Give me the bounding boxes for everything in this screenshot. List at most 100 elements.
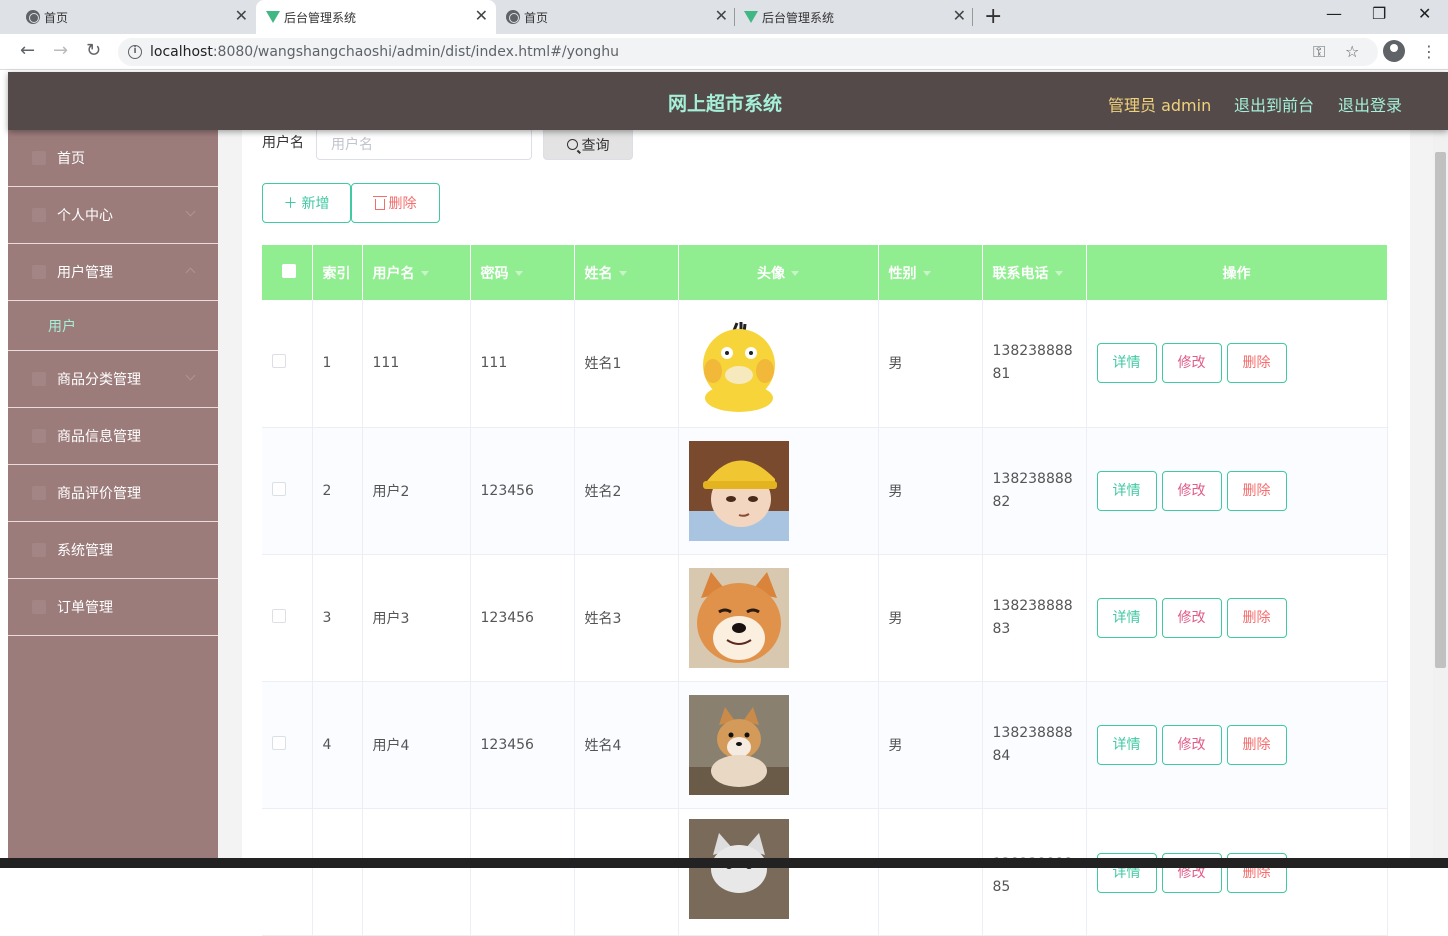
select-all-checkbox[interactable] bbox=[282, 263, 296, 278]
cell-username: 111 bbox=[362, 300, 471, 428]
detail-button[interactable]: 详情 bbox=[1096, 597, 1157, 638]
cell-name: 姓名3 bbox=[574, 554, 679, 682]
sidebar-item-product-management[interactable]: 商品信息管理 bbox=[8, 408, 218, 465]
column-header: 索引 bbox=[312, 245, 363, 300]
column-header[interactable]: 联系电话 bbox=[982, 245, 1087, 300]
row-checkbox[interactable] bbox=[272, 608, 286, 623]
browser-tab-1[interactable]: 首页 ✕ bbox=[16, 0, 256, 34]
sidebar-item-review-management[interactable]: 商品评价管理 bbox=[8, 465, 218, 522]
browser-tab-4[interactable]: 后台管理系统 ✕ bbox=[734, 0, 974, 34]
key-icon[interactable]: ⚿ bbox=[1313, 42, 1325, 62]
edit-button[interactable]: 修改 bbox=[1161, 470, 1222, 511]
cell-phone: 13823888885 bbox=[982, 808, 1087, 936]
sidebar-item-system-management[interactable]: 系统管理 bbox=[8, 522, 218, 579]
detail-button[interactable]: 详情 bbox=[1096, 343, 1157, 384]
restore-icon[interactable]: ❐ bbox=[1372, 4, 1386, 23]
delete-button[interactable]: 删除 bbox=[1226, 597, 1287, 638]
more-menu-icon[interactable]: ⋮ bbox=[1421, 42, 1437, 61]
cell-password: 123456 bbox=[470, 681, 575, 809]
back-arrow-icon[interactable]: ← bbox=[20, 40, 35, 61]
sidebar-item-user-management[interactable]: 用户管理 bbox=[8, 244, 218, 301]
sidebar-item-category-management[interactable]: 商品分类管理 bbox=[8, 351, 218, 408]
sort-icon[interactable] bbox=[791, 271, 799, 276]
sidebar-subitem-users[interactable]: 用户 bbox=[8, 301, 218, 351]
column-header-label: 性别 bbox=[888, 265, 917, 282]
cell-password: 123456 bbox=[470, 427, 575, 555]
sidebar-item-home[interactable]: 首页 bbox=[8, 130, 218, 187]
minimize-icon[interactable]: — bbox=[1326, 4, 1342, 23]
column-header[interactable]: 用户名 bbox=[362, 245, 471, 300]
exit-to-front-link[interactable]: 退出到前台 bbox=[1234, 92, 1314, 116]
cell-gender bbox=[878, 808, 983, 936]
cell-gender: 男 bbox=[878, 681, 983, 809]
search-button[interactable]: 查询 bbox=[543, 130, 633, 160]
batch-delete-button[interactable]: 删除 bbox=[351, 183, 440, 223]
close-icon[interactable]: ✕ bbox=[715, 8, 728, 24]
row-checkbox[interactable] bbox=[272, 481, 286, 496]
table-row: 3 用户3 123456 姓名3 男 13823888883 详情 修改 删除 bbox=[262, 554, 1388, 682]
column-header[interactable]: 密码 bbox=[470, 245, 575, 300]
tab-title: 后台管理系统 bbox=[762, 10, 835, 25]
delete-button[interactable]: 删除 bbox=[1226, 470, 1287, 511]
username-search-input[interactable] bbox=[316, 130, 532, 160]
close-icon[interactable]: ✕ bbox=[953, 8, 966, 24]
sidebar-item-order-management[interactable]: 订单管理 bbox=[8, 579, 218, 636]
cell-username bbox=[362, 808, 471, 936]
profile-avatar-icon[interactable] bbox=[1383, 40, 1405, 62]
cell-actions: 详情 修改 删除 bbox=[1086, 681, 1388, 809]
forward-arrow-icon[interactable]: → bbox=[53, 40, 68, 61]
sort-icon[interactable] bbox=[618, 271, 627, 276]
cell-avatar bbox=[678, 681, 879, 809]
column-header-label: 密码 bbox=[480, 265, 509, 282]
cell-gender: 男 bbox=[878, 554, 983, 682]
row-checkbox[interactable] bbox=[272, 354, 286, 369]
avatar-anime-boy bbox=[688, 440, 789, 541]
sort-icon[interactable] bbox=[514, 271, 523, 276]
logout-link[interactable]: 退出登录 bbox=[1338, 92, 1402, 116]
cell-username: 用户4 bbox=[362, 681, 471, 809]
bookmark-star-icon[interactable]: ☆ bbox=[1345, 42, 1359, 61]
column-header[interactable]: 性别 bbox=[878, 245, 983, 300]
browser-tab-2[interactable]: 后台管理系统 ✕ bbox=[256, 0, 496, 34]
edit-button[interactable]: 修改 bbox=[1161, 724, 1222, 765]
cell-avatar bbox=[678, 808, 879, 936]
delete-button[interactable]: 删除 bbox=[1226, 343, 1287, 384]
avatar-shiba-dog bbox=[688, 567, 789, 668]
browser-tab-3[interactable]: 首页 ✕ bbox=[496, 0, 736, 34]
reload-icon[interactable]: ↻ bbox=[86, 40, 101, 61]
edit-button[interactable]: 修改 bbox=[1161, 597, 1222, 638]
sidebar-item-profile[interactable]: 个人中心 bbox=[8, 187, 218, 244]
detail-button[interactable]: 详情 bbox=[1096, 470, 1157, 511]
info-icon[interactable]: i bbox=[128, 45, 142, 59]
app-header: 网上超市系统 管理员 admin 退出到前台 退出登录 bbox=[8, 72, 1448, 130]
plus-icon: ＋ bbox=[283, 196, 298, 212]
delete-button[interactable]: 删除 bbox=[1226, 724, 1287, 765]
sort-icon[interactable] bbox=[922, 271, 931, 276]
sidebar-item-label: 个人中心 bbox=[57, 208, 113, 224]
row-checkbox[interactable] bbox=[272, 735, 286, 750]
tab-separator bbox=[972, 8, 973, 26]
tab-title: 后台管理系统 bbox=[284, 10, 357, 25]
column-header[interactable]: 姓名 bbox=[574, 245, 679, 300]
address-bar[interactable]: i localhost:8080/wangshangchaoshi/admin/… bbox=[118, 38, 1378, 66]
sort-icon[interactable] bbox=[1054, 271, 1063, 276]
edit-button[interactable]: 修改 bbox=[1161, 343, 1222, 384]
column-header[interactable]: 头像 bbox=[678, 245, 879, 300]
url-host: localhost bbox=[150, 44, 213, 60]
table-row: 4 用户4 123456 姓名4 男 13823888884 详情 修改 删除 bbox=[262, 681, 1388, 809]
new-tab-icon[interactable]: + bbox=[984, 4, 1002, 29]
close-icon[interactable]: ✕ bbox=[475, 8, 488, 24]
detail-button[interactable]: 详情 bbox=[1096, 724, 1157, 765]
sort-icon[interactable] bbox=[420, 271, 429, 276]
cell-index: 3 bbox=[312, 554, 363, 682]
chevron-up-icon bbox=[185, 267, 196, 278]
add-button[interactable]: ＋ 新增 bbox=[262, 183, 351, 223]
column-header-label: 用户名 bbox=[372, 265, 415, 282]
page-scrollbar-thumb[interactable] bbox=[1435, 152, 1446, 668]
window-close-icon[interactable]: ✕ bbox=[1418, 4, 1431, 23]
cell-phone: 13823888882 bbox=[982, 427, 1087, 555]
cell-name bbox=[574, 808, 679, 936]
table-row: 2 用户2 123456 姓名2 男 13823888882 详情 修改 删除 bbox=[262, 427, 1388, 555]
close-icon[interactable]: ✕ bbox=[235, 8, 248, 24]
delete-button-label: 删除 bbox=[388, 196, 417, 212]
